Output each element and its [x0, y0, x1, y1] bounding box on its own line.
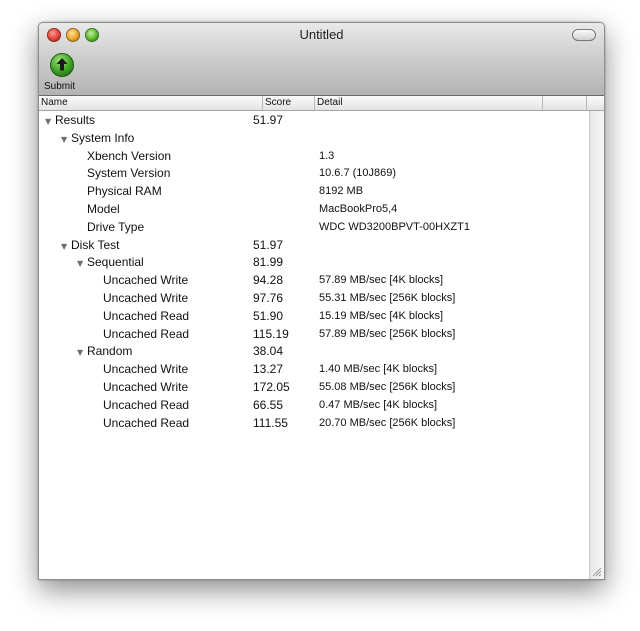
outline-row-random[interactable]: ▼ Random 38.04 [39, 343, 589, 361]
disclosure-triangle-icon[interactable]: ▼ [45, 113, 55, 131]
row-name: Drive Type [87, 219, 145, 234]
row-name: Results [55, 113, 96, 127]
row-name: Uncached Write [103, 362, 189, 377]
outline-row-system-info[interactable]: ▼ System Info [39, 130, 589, 148]
row-name: Disk Test [71, 237, 120, 252]
table-row[interactable]: Uncached Write 94.28 57.89 MB/sec [4K bl… [39, 272, 589, 290]
row-score: 94.28 [253, 273, 284, 288]
row-score: 81.99 [253, 255, 284, 270]
row-name: System Version [87, 166, 171, 181]
disclosure-triangle-icon[interactable]: ▼ [61, 131, 71, 149]
row-detail: 15.19 MB/sec [4K blocks] [319, 309, 444, 322]
row-name: Sequential [87, 255, 144, 270]
row-score: 13.27 [253, 362, 284, 377]
row-name: System Info [71, 130, 135, 145]
row-detail: 55.08 MB/sec [256K blocks] [319, 380, 456, 393]
row-name: Uncached Read [103, 326, 190, 341]
vertical-scrollbar[interactable] [589, 111, 604, 579]
column-header-detail[interactable]: Detail [315, 96, 543, 110]
row-score: 38.04 [253, 344, 284, 359]
app-window: Untitled Submit Name Score Detail ▼ Resul… [38, 22, 605, 580]
row-name: Uncached Read [103, 308, 190, 323]
toolbar-toggle-button[interactable] [572, 29, 596, 41]
table-row[interactable]: Uncached Write 172.05 55.08 MB/sec [256K… [39, 379, 589, 397]
row-name: Physical RAM [87, 184, 162, 199]
row-detail: 57.89 MB/sec [4K blocks] [319, 274, 444, 287]
table-row[interactable]: Model MacBookPro5,4 [39, 201, 589, 219]
row-detail: 1.40 MB/sec [4K blocks] [319, 363, 437, 376]
table-row[interactable]: Xbench Version 1.3 [39, 148, 589, 166]
table-row[interactable]: Drive Type WDC WD3200BPVT-00HXZT1 [39, 219, 589, 237]
table-row[interactable]: Uncached Write 13.27 1.40 MB/sec [4K blo… [39, 361, 589, 379]
table-row[interactable]: Physical RAM 8192 MB [39, 183, 589, 201]
row-detail: 55.31 MB/sec [256K blocks] [319, 291, 456, 304]
row-name: Xbench Version [87, 148, 172, 163]
resize-grip-icon[interactable] [592, 567, 602, 577]
submit-button[interactable]: Submit [43, 53, 85, 93]
column-header-extra[interactable] [543, 96, 587, 110]
title-bar[interactable]: Untitled Submit [39, 23, 604, 96]
table-row[interactable]: Uncached Read 115.19 57.89 MB/sec [256K … [39, 326, 589, 344]
disclosure-triangle-icon[interactable]: ▼ [61, 238, 71, 256]
column-header-row: Name Score Detail [39, 96, 604, 111]
table-row[interactable]: Uncached Read 111.55 20.70 MB/sec [256K … [39, 415, 589, 433]
row-name: Uncached Write [103, 379, 189, 394]
upload-arrow-icon [50, 53, 74, 77]
row-score: 97.76 [253, 290, 284, 305]
row-score: 51.97 [253, 113, 284, 127]
row-name: Uncached Read [103, 397, 190, 412]
row-name: Random [87, 344, 133, 359]
submit-label: Submit [44, 81, 76, 92]
outline-row-disk-test[interactable]: ▼ Disk Test 51.97 [39, 237, 589, 255]
row-detail: 1.3 [319, 149, 335, 162]
table-row[interactable]: Uncached Read 51.90 15.19 MB/sec [4K blo… [39, 308, 589, 326]
row-score: 172.05 [253, 379, 290, 394]
column-header-score[interactable]: Score [263, 96, 315, 110]
row-detail: 0.47 MB/sec [4K blocks] [319, 398, 437, 411]
row-name: Uncached Write [103, 273, 189, 288]
row-detail: MacBookPro5,4 [319, 202, 398, 215]
column-header-name[interactable]: Name [39, 96, 263, 110]
row-name: Model [87, 201, 120, 216]
row-score: 111.55 [253, 415, 288, 430]
outline-row-sequential[interactable]: ▼ Sequential 81.99 [39, 254, 589, 272]
row-name: Uncached Write [103, 290, 189, 305]
row-name: Uncached Read [103, 415, 190, 430]
row-detail: 10.6.7 (10J869) [319, 167, 397, 180]
table-row[interactable]: Uncached Write 97.76 55.31 MB/sec [256K … [39, 290, 589, 308]
window-title: Untitled [299, 27, 344, 42]
row-detail: 8192 MB [319, 185, 364, 198]
outline-row-results[interactable]: ▼ Results 51.97 [39, 112, 589, 130]
disclosure-triangle-icon[interactable]: ▼ [77, 255, 87, 273]
row-score: 51.97 [253, 237, 284, 252]
row-score: 66.55 [253, 397, 284, 412]
row-detail: 57.89 MB/sec [256K blocks] [319, 327, 456, 340]
disclosure-triangle-icon[interactable]: ▼ [77, 344, 87, 362]
results-outline: ▼ Results 51.97 ▼ System Info Xbench Versi… [39, 112, 589, 432]
row-detail: 20.70 MB/sec [256K blocks] [319, 416, 456, 429]
row-detail: WDC WD3200BPVT-00HXZT1 [319, 220, 470, 233]
table-row[interactable]: System Version 10.6.7 (10J869) [39, 165, 589, 183]
row-score: 51.90 [253, 308, 284, 323]
table-row[interactable]: Uncached Read 66.55 0.47 MB/sec [4K bloc… [39, 397, 589, 415]
row-score: 115.19 [253, 326, 289, 341]
